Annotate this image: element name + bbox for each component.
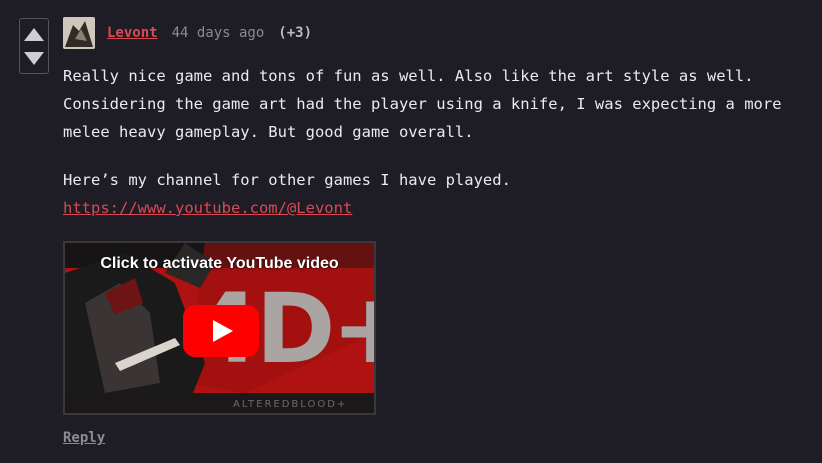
youtube-play-icon bbox=[183, 305, 259, 357]
timestamp: 44 days ago bbox=[171, 25, 265, 41]
reply-link[interactable]: Reply bbox=[63, 430, 105, 446]
downvote-button[interactable] bbox=[23, 49, 45, 67]
triangle-down-icon bbox=[24, 51, 44, 65]
thumbnail-subtitle: ALTEREDBLOOD+ bbox=[233, 399, 348, 410]
avatar[interactable] bbox=[63, 17, 95, 49]
score-badge: (+3) bbox=[278, 25, 313, 41]
comment-paragraph-1: Really nice game and tons of fun as well… bbox=[63, 67, 782, 141]
comment-paragraph-2-text: Here’s my channel for other games I have… bbox=[63, 171, 511, 189]
vote-control bbox=[19, 18, 49, 74]
author-link[interactable]: Levont bbox=[107, 25, 158, 41]
triangle-up-icon bbox=[24, 27, 44, 41]
youtube-embed[interactable]: 4D+ ALTEREDBLOOD+ Click to activate YouT… bbox=[63, 241, 376, 415]
channel-link[interactable]: https://www.youtube.com/@Levont bbox=[63, 199, 352, 217]
comment-paragraph-2: Here’s my channel for other games I have… bbox=[63, 166, 793, 222]
comment-meta: Levont 44 days ago (+3) bbox=[107, 24, 312, 42]
play-button[interactable] bbox=[183, 305, 259, 357]
comment-body: Really nice game and tons of fun as well… bbox=[63, 62, 793, 222]
upvote-button[interactable] bbox=[23, 25, 45, 43]
video-caption: Click to activate YouTube video bbox=[100, 255, 339, 272]
